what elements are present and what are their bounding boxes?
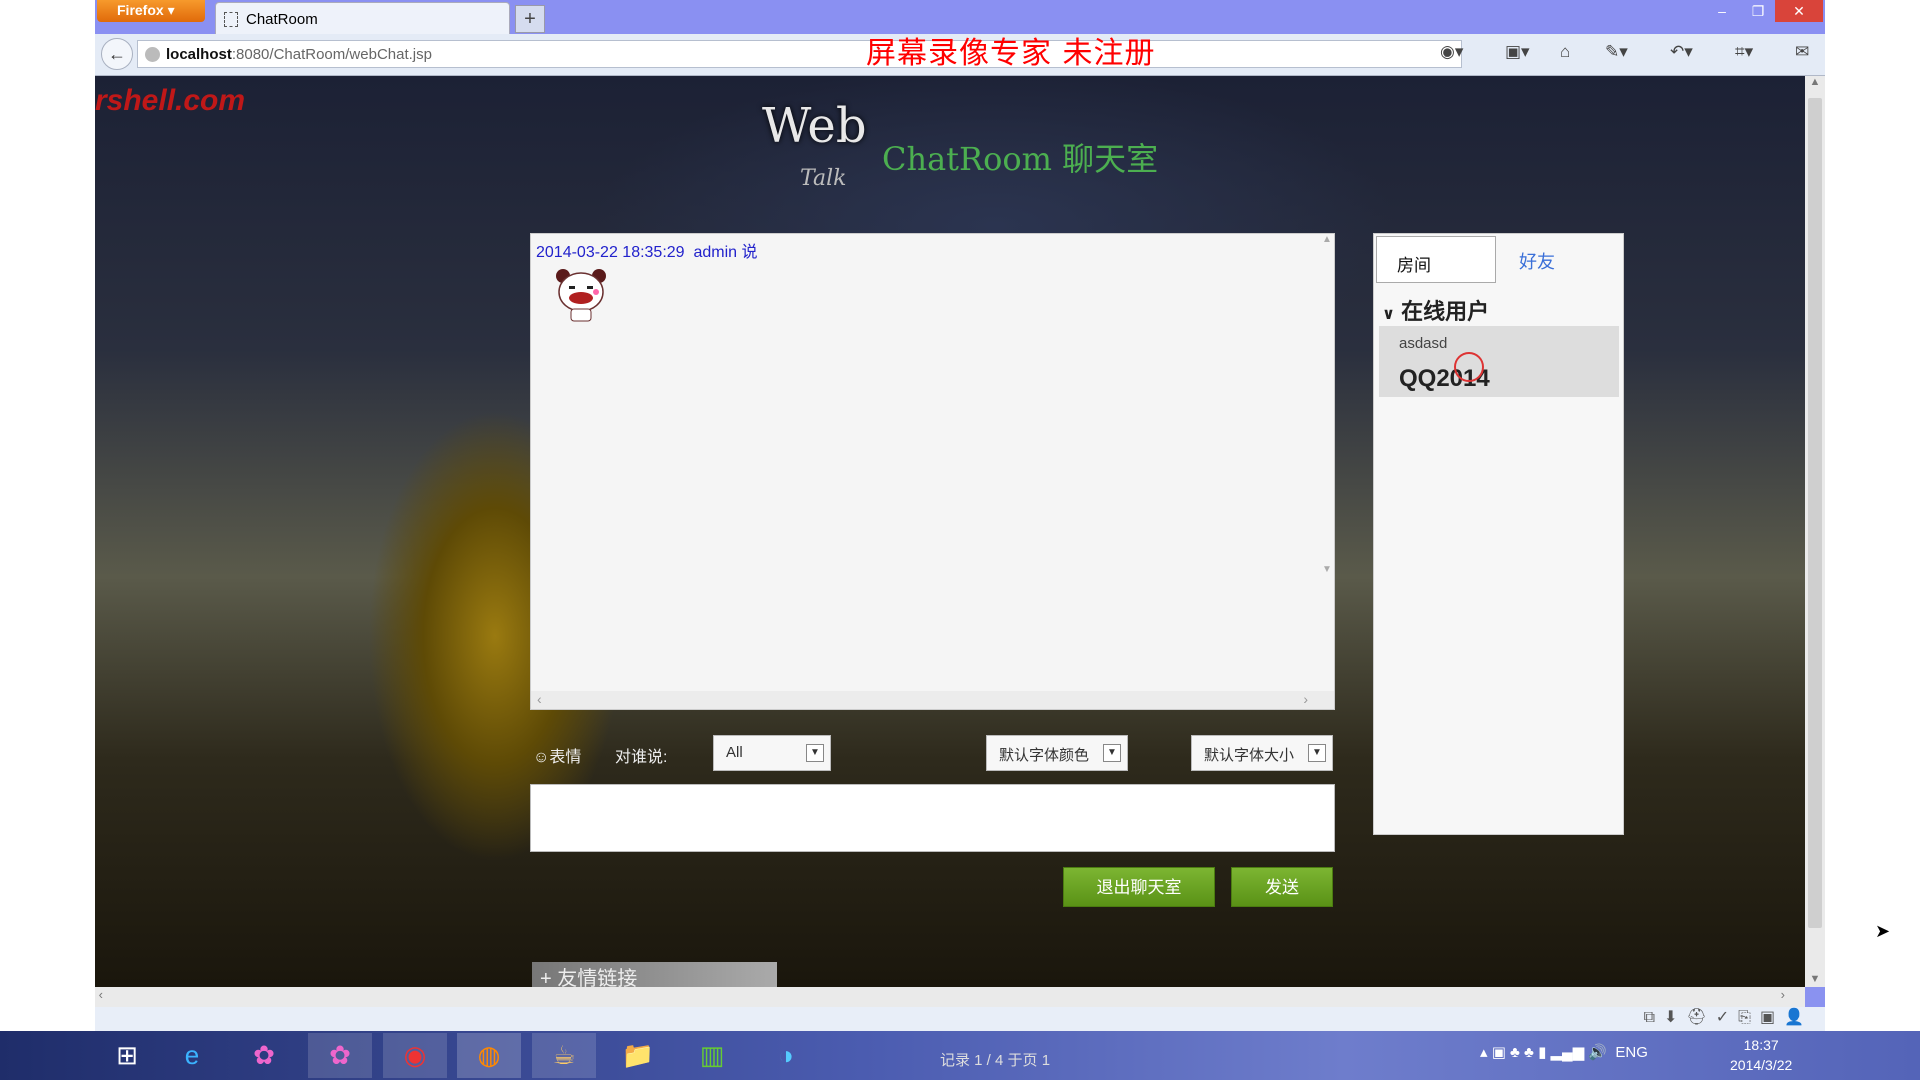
chat-icon[interactable]: ✉: [1795, 42, 1809, 62]
emoticon-button[interactable]: ☺表情: [533, 743, 581, 767]
record-status: 记录 1 / 4 于页 1: [940, 1052, 1051, 1069]
addon-icon[interactable]: ◉▾: [1440, 42, 1463, 62]
globe-icon: [145, 47, 160, 62]
title-web: Web: [762, 98, 867, 154]
chrome-icon[interactable]: ◉: [383, 1033, 447, 1078]
message-user: admin: [693, 244, 738, 261]
system-tray: ▴ ▣ ♣ ♣ ▮ ▂▄▆ 🔊 ENG: [1480, 1043, 1648, 1061]
to-label: 对谁说:: [615, 749, 668, 766]
url-host: localhost: [166, 46, 232, 63]
font-size-value: 默认字体大小: [1204, 747, 1295, 764]
user-item[interactable]: QQ2014: [1379, 360, 1619, 397]
restore-button[interactable]: ❐: [1741, 0, 1775, 22]
font-size-select[interactable]: 默认字体大小 ▼: [1191, 735, 1333, 771]
tab-friends[interactable]: 好友: [1519, 248, 1555, 274]
font-color-select[interactable]: 默认字体颜色 ▼: [986, 735, 1128, 771]
site-logo: rshell.com: [95, 84, 246, 117]
online-users-label: 在线用户: [1401, 299, 1490, 324]
network-app-icon[interactable]: ◑: [754, 1033, 818, 1078]
firefox-icon[interactable]: ◍: [457, 1033, 521, 1078]
chevron-down-icon: ▼: [1103, 744, 1121, 762]
message-time: 2014-03-22 18:35:29: [536, 244, 685, 261]
close-button[interactable]: ✕: [1775, 0, 1823, 22]
taskbar: ⊞ e ✿ ✿ ◉ ◍ ☕ 📁 ▥ ◑ 记录 1 / 4 于页 1 ▴ ▣ ♣ …: [0, 1031, 1920, 1080]
java-ee-icon[interactable]: ☕: [532, 1033, 596, 1078]
chart-app-icon[interactable]: ▥: [680, 1033, 744, 1078]
addon-icons[interactable]: ⧉⬇⛑✓⎘▣👤: [1644, 1009, 1813, 1026]
recipient-select[interactable]: All ▼: [713, 735, 831, 771]
online-users-header[interactable]: ∨ 在线用户: [1382, 294, 1489, 326]
show-hidden-icons[interactable]: ▴: [1480, 1044, 1488, 1061]
url-bar[interactable]: localhost:8080/ChatRoom/webChat.jsp ⌕: [137, 40, 1462, 68]
file-explorer-icon[interactable]: 📁: [606, 1033, 670, 1078]
mouse-cursor-icon: ➤: [1875, 921, 1891, 941]
clock-date: 2014/3/22: [1730, 1057, 1793, 1073]
clock-time: 18:37: [1743, 1037, 1779, 1053]
undo-icon[interactable]: ↶▾: [1670, 42, 1693, 62]
addon-bar: ⧉⬇⛑✓⎘▣👤: [95, 1007, 1825, 1031]
new-tab-button[interactable]: +: [515, 5, 545, 33]
language-indicator[interactable]: ENG: [1615, 1044, 1648, 1061]
friend-links[interactable]: + 友情链接: [532, 962, 777, 987]
page-horizontal-scrollbar[interactable]: ‹ ›: [95, 987, 1805, 1007]
minimize-button[interactable]: –: [1705, 0, 1739, 22]
home-icon[interactable]: ⌂: [1560, 42, 1570, 62]
crop-icon[interactable]: ⌗▾: [1735, 42, 1753, 62]
ie-icon[interactable]: e: [160, 1033, 224, 1078]
tray-icons[interactable]: ▣ ♣ ♣ ▮ ▂▄▆ 🔊: [1492, 1044, 1607, 1061]
chat-horizontal-scrollbar[interactable]: ‹ ›: [531, 691, 1334, 709]
app-icon[interactable]: ✿: [232, 1033, 296, 1078]
chevron-down-icon: ▼: [806, 744, 824, 762]
message-verb: 说: [741, 244, 758, 261]
user-item[interactable]: asdasd: [1379, 326, 1619, 360]
title-talk: Talk: [800, 166, 847, 191]
font-color-value: 默认字体颜色: [999, 747, 1090, 764]
tab-title: ChatRoom: [246, 11, 318, 28]
tab-chatroom[interactable]: ChatRoom: [215, 2, 510, 34]
clock[interactable]: 18:37 2014/3/22: [1730, 1035, 1792, 1075]
recipient-value: All: [726, 744, 743, 761]
cursor-highlight: [1454, 352, 1484, 382]
chat-vertical-scrollbar[interactable]: ▲ ▼: [1320, 234, 1334, 694]
send-button[interactable]: 发送: [1231, 867, 1333, 907]
back-button[interactable]: ←: [101, 38, 133, 70]
message-options: ☺表情 对谁说: All ▼ 默认字体颜色 ▼ 默认字体大小 ▼: [533, 735, 1333, 771]
message-input[interactable]: [530, 784, 1335, 852]
user-panel: 房间 好友 ∨ 在线用户 asdasd QQ2014: [1373, 233, 1624, 835]
browser-window: Firefox ▾ ChatRoom + – ❐ ✕ ← localhost:8…: [95, 0, 1825, 1031]
extension-icon[interactable]: ✎▾: [1605, 42, 1628, 62]
bear-emoticon-icon: [556, 269, 606, 322]
page-content: rshell.com Web Talk ChatRoom 聊天室 2014-03…: [95, 76, 1805, 987]
firefox-menu-button[interactable]: Firefox ▾: [97, 0, 205, 22]
chat-messages[interactable]: 2014-03-22 18:35:29 admin 说 ▲ ▼ ‹ ›: [530, 233, 1335, 710]
message-header: 2014-03-22 18:35:29 admin 说: [536, 238, 758, 262]
tab-room[interactable]: 房间: [1376, 236, 1496, 283]
watermark: 屏幕录像专家 未注册: [866, 36, 1156, 71]
page-vertical-scrollbar[interactable]: ▲ ▼: [1805, 76, 1825, 987]
exit-chatroom-button[interactable]: 退出聊天室: [1063, 867, 1215, 907]
chevron-down-icon: ∨: [1382, 306, 1395, 323]
url-path: :8080/ChatRoom/webChat.jsp: [231, 46, 432, 63]
bookmarks-icon[interactable]: ▣▾: [1505, 42, 1530, 62]
app-icon[interactable]: ✿: [308, 1033, 372, 1078]
chevron-down-icon: ▼: [1308, 744, 1326, 762]
start-button[interactable]: ⊞: [95, 1033, 159, 1078]
page-icon: [224, 12, 238, 27]
page-title: ChatRoom 聊天室: [882, 140, 1159, 178]
